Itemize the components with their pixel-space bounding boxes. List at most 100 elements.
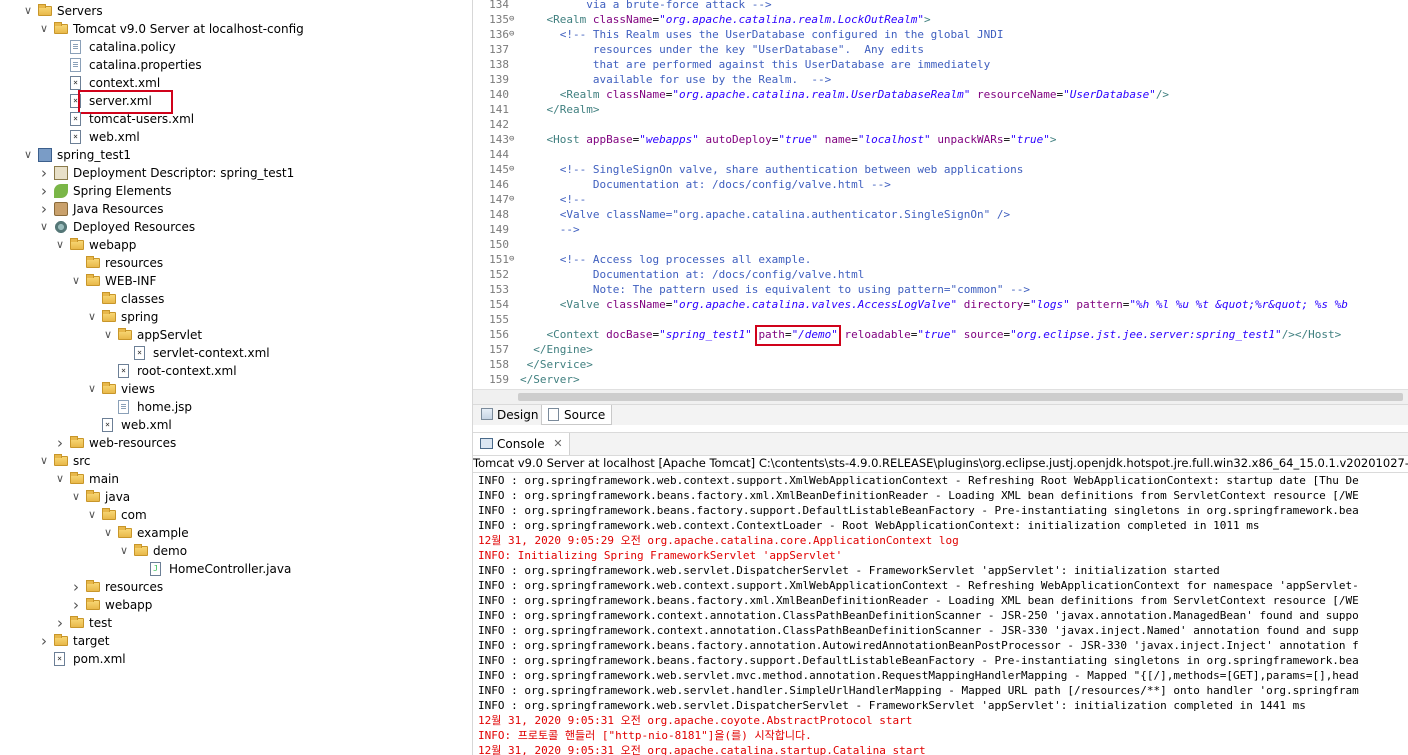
console-line: INFO : org.springframework.web.servlet.D… <box>478 564 1220 577</box>
chevron-down-icon[interactable]: ∨ <box>86 380 98 398</box>
tree-item[interactable]: × web.xml <box>0 416 470 434</box>
spring-leaf-icon <box>54 184 68 198</box>
chevron-down-icon[interactable]: ∨ <box>38 20 50 38</box>
tree-item[interactable]: › resources <box>0 578 470 596</box>
tree-item[interactable]: ∨ appServlet <box>0 326 470 344</box>
tree-item[interactable]: × servlet-context.xml <box>0 344 470 362</box>
chevron-down-icon[interactable]: ∨ <box>70 488 82 506</box>
chevron-down-icon[interactable]: ∨ <box>38 452 50 470</box>
chevron-right-icon[interactable]: › <box>70 578 82 596</box>
code-text: Documentation at: /docs/config/valve.htm… <box>520 267 865 282</box>
tree-item[interactable]: × web.xml <box>0 128 470 146</box>
close-icon[interactable]: ✕ <box>553 433 562 455</box>
tree-item[interactable]: × context.xml <box>0 74 470 92</box>
chevron-down-icon[interactable]: ∨ <box>54 470 66 488</box>
collapse-fold-icon[interactable]: ⊖ <box>509 192 519 207</box>
chevron-down-icon[interactable]: ∨ <box>86 506 98 524</box>
code-token: > <box>1049 133 1057 146</box>
chevron-right-icon[interactable]: › <box>54 434 66 452</box>
tree-item[interactable]: home.jsp <box>0 398 470 416</box>
code-token: <Host <box>546 133 587 146</box>
scrollbar-thumb[interactable] <box>518 393 1403 401</box>
tree-item-label: test <box>89 616 113 630</box>
tree-item[interactable]: ∨ spring_test1 <box>0 146 470 164</box>
tree-item[interactable]: › webapp <box>0 596 470 614</box>
chevron-down-icon[interactable]: ∨ <box>102 524 114 542</box>
chevron-right-icon[interactable]: › <box>38 200 50 218</box>
console-line: 12월 31, 2020 9:05:31 오전 org.apache.coyot… <box>478 714 913 727</box>
tree-item[interactable]: ∨ Servers <box>0 2 470 20</box>
xml-file-icon: × <box>102 418 113 432</box>
tree-item[interactable]: ∨ src <box>0 452 470 470</box>
chevron-right-icon[interactable]: › <box>54 614 66 632</box>
chevron-down-icon[interactable]: ∨ <box>118 542 130 560</box>
console-line: INFO : org.springframework.beans.factory… <box>478 594 1359 607</box>
tree-item[interactable]: ∨ demo <box>0 542 470 560</box>
tree-item[interactable]: › target <box>0 632 470 650</box>
chevron-right-icon[interactable]: › <box>38 182 50 200</box>
code-token: className <box>592 13 653 26</box>
tab-source[interactable]: Source <box>541 405 613 425</box>
xml-editor[interactable]: 134 via a brute-force attack --> 135 ⊖ <Re… <box>473 0 1408 404</box>
code-token: </Realm> <box>546 103 600 116</box>
tree-item[interactable]: × pom.xml <box>0 650 470 668</box>
tree-item[interactable]: ∨ WEB-INF <box>0 272 470 290</box>
tree-item[interactable]: › test <box>0 614 470 632</box>
code-text: <Valve className = "org.apache.catalina.va… <box>520 297 1348 312</box>
tree-item[interactable]: catalina.properties <box>0 56 470 74</box>
collapse-fold-icon[interactable]: ⊖ <box>509 132 519 147</box>
chevron-down-icon[interactable]: ∨ <box>22 2 34 20</box>
tree-item[interactable]: × tomcat-users.xml <box>0 110 470 128</box>
chevron-down-icon[interactable]: ∨ <box>22 146 34 164</box>
tree-item[interactable]: × root-context.xml <box>0 362 470 380</box>
code-token: <Valve <box>559 298 607 311</box>
code-token: <Realm <box>546 13 593 26</box>
code-token: "org.apache.catalina.realm.UserDatabaseR… <box>672 88 971 101</box>
tree-item[interactable]: ∨ views <box>0 380 470 398</box>
collapse-fold-icon[interactable]: ⊖ <box>509 27 519 42</box>
tree-item[interactable]: classes <box>0 290 470 308</box>
tree-item[interactable]: J HomeController.java <box>0 560 470 578</box>
tree-item[interactable]: ∨ spring <box>0 308 470 326</box>
tree-item[interactable]: ∨ Deployed Resources <box>0 218 470 236</box>
code-token: pattern <box>1076 298 1123 311</box>
chevron-down-icon[interactable]: ∨ <box>86 308 98 326</box>
chevron-down-icon[interactable]: ∨ <box>70 272 82 290</box>
folder-icon <box>54 454 68 466</box>
collapse-fold-icon[interactable]: ⊖ <box>509 162 519 177</box>
console-line: INFO : org.springframework.beans.factory… <box>478 654 1359 667</box>
collapse-fold-icon[interactable]: ⊖ <box>509 252 519 267</box>
tree-item[interactable]: ∨ java <box>0 488 470 506</box>
chevron-right-icon[interactable]: › <box>38 632 50 650</box>
tree-item[interactable]: × server.xml <box>0 92 470 110</box>
tree-item[interactable]: › web-resources <box>0 434 470 452</box>
collapse-fold-icon[interactable]: ⊖ <box>509 12 519 27</box>
tab-console[interactable]: Console ✕ <box>473 433 570 455</box>
tree-item[interactable]: ∨ main <box>0 470 470 488</box>
chevron-down-icon[interactable]: ∨ <box>54 236 66 254</box>
chevron-right-icon[interactable]: › <box>38 164 50 182</box>
tree-item[interactable]: ∨ webapp <box>0 236 470 254</box>
console-output[interactable]: INFO : org.springframework.web.context.s… <box>473 473 1408 755</box>
code-token: via a brute-force attack --> <box>520 0 772 11</box>
line-number: 159 <box>489 373 509 386</box>
code-text: available for use by the Realm. --> <box>520 72 831 87</box>
tree-item[interactable]: › Spring Elements <box>0 182 470 200</box>
tree-item[interactable]: ∨ example <box>0 524 470 542</box>
tree-item[interactable]: › Java Resources <box>0 200 470 218</box>
chevron-right-icon[interactable]: › <box>70 596 82 614</box>
chevron-down-icon[interactable]: ∨ <box>38 218 50 236</box>
tree-item[interactable]: › Deployment Descriptor: spring_test1 <box>0 164 470 182</box>
code-token: </Engine> <box>533 343 593 356</box>
tree-item[interactable]: ∨ Tomcat v9.0 Server at localhost-config <box>0 20 470 38</box>
tree-item[interactable]: catalina.policy <box>0 38 470 56</box>
tree-item-label: home.jsp <box>137 400 193 414</box>
console-line: INFO : org.springframework.web.servlet.m… <box>478 669 1359 682</box>
folder-icon <box>102 382 116 394</box>
console-line: INFO : org.springframework.web.context.s… <box>478 474 1359 487</box>
editor-horizontal-scrollbar[interactable] <box>473 389 1408 404</box>
tree-item[interactable]: ∨ com <box>0 506 470 524</box>
tree-item[interactable]: resources <box>0 254 470 272</box>
tab-design[interactable]: Design <box>475 405 544 425</box>
chevron-down-icon[interactable]: ∨ <box>102 326 114 344</box>
